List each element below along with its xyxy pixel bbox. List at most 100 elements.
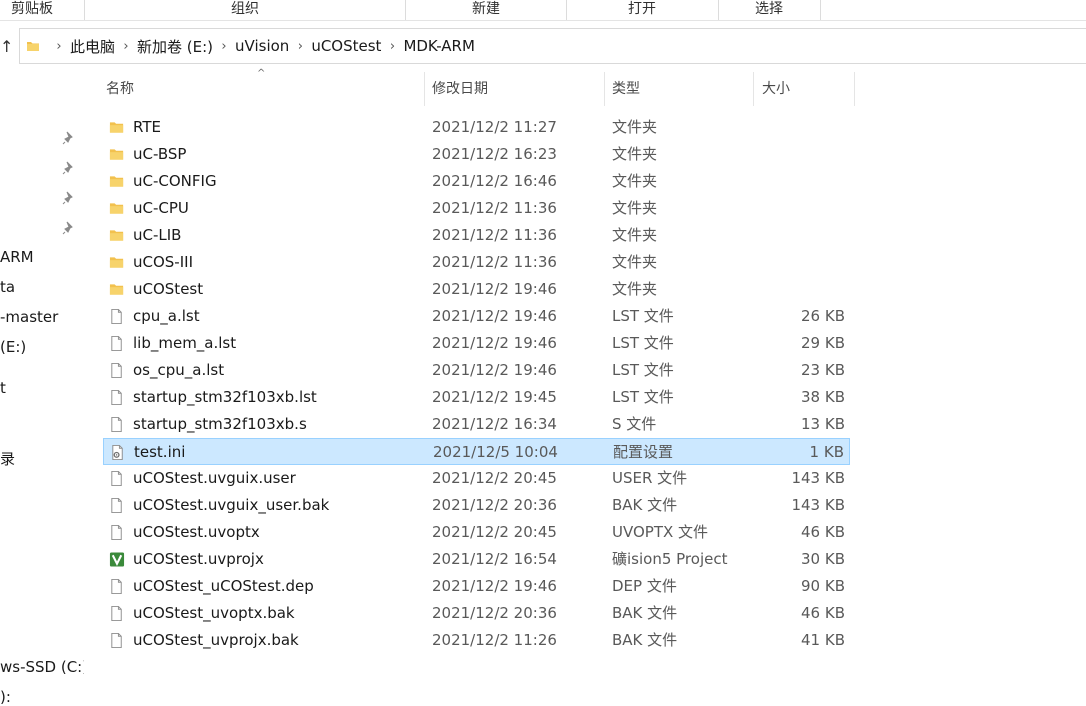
file-row[interactable]: startup_stm32f103xb.s 2021/12/2 16:34 S 文件… [103,411,850,438]
file-row[interactable]: uC-CONFIG 2021/12/2 16:46 文件夹 [103,168,850,195]
nav-item[interactable]: -master [0,308,58,326]
file-icon [111,308,122,325]
column-divider[interactable] [604,72,605,106]
address-bar[interactable]: › 此电脑 › 新加卷 (E:) › uVision › uCOStest › … [19,28,1086,64]
breadcrumb-ucostest[interactable]: uCOStest [311,37,381,55]
ribbon: 剪贴板 组织 新建 打开 选择 [0,0,1086,21]
ribbon-group-select[interactable]: 选择 [719,0,819,20]
file-row[interactable]: lib_mem_a.lst 2021/12/2 19:46 LST 文件 29 KB [103,330,850,357]
file-type: 文件夹 [612,172,658,190]
file-row[interactable]: cpu_a.lst 2021/12/2 19:46 LST 文件 26 KB [103,303,850,330]
file-row[interactable]: uCOStest_uvoptx.bak 2021/12/2 20:36 BAK 文件… [103,600,850,627]
nav-item[interactable]: ws-SSD (C:) [0,658,84,676]
ribbon-group-new[interactable]: 新建 [406,0,566,20]
file-size: 143 KB [791,469,845,487]
settings-file-icon [112,444,123,461]
file-date: 2021/12/2 20:36 [432,604,557,622]
pin-icon[interactable] [62,161,76,175]
breadcrumb-drive-e[interactable]: 新加卷 (E:) [137,36,213,57]
file-type: LST 文件 [612,361,674,379]
file-row[interactable]: RTE 2021/12/2 11:27 文件夹 [103,114,850,141]
file-row[interactable]: uCOStest.uvprojx 2021/12/2 16:54 礦ision5 P… [103,546,850,573]
ribbon-group-clipboard[interactable]: 剪贴板 [0,0,70,20]
ribbon-group-open[interactable]: 打开 [567,0,717,20]
file-row[interactable]: uC-BSP 2021/12/2 16:23 文件夹 [103,141,850,168]
file-name: uC-BSP [133,145,187,163]
pin-icon[interactable] [62,131,76,145]
file-icon [111,335,122,352]
chevron-right-icon[interactable]: › [115,39,137,54]
nav-item[interactable]: ): [0,688,11,706]
file-date: 2021/12/2 11:36 [432,226,557,244]
nav-item[interactable]: 录 [0,448,15,469]
file-date: 2021/12/2 19:46 [432,280,557,298]
file-icon [111,524,122,541]
folder-icon [109,203,124,214]
column-header-size[interactable]: 大小 [762,72,854,106]
file-row[interactable]: uCOStest_uvprojx.bak 2021/12/2 11:26 BAK 文… [103,627,850,654]
file-date: 2021/12/2 19:45 [432,388,557,406]
file-row[interactable]: uCOStest_uCOStest.dep 2021/12/2 19:46 DEP … [103,573,850,600]
file-size: 23 KB [801,361,845,379]
file-row[interactable]: uCOStest.uvoptx 2021/12/2 20:45 UVOPTX 文件 4… [103,519,850,546]
file-icon [111,389,122,406]
file-size: 26 KB [801,307,845,325]
column-divider[interactable] [424,72,425,106]
column-header-date[interactable]: 修改日期 [432,72,604,106]
ribbon-group-organize[interactable]: 组织 [85,0,405,20]
file-type: 文件夹 [612,226,658,244]
column-header-name[interactable]: 名称 [106,72,424,106]
file-type: 文件夹 [612,280,658,298]
folder-icon [109,149,124,160]
file-size: 30 KB [801,550,845,568]
file-date: 2021/12/2 20:36 [432,496,557,514]
chevron-right-icon[interactable]: › [48,39,70,54]
ribbon-separator [820,0,821,20]
breadcrumb-uvision[interactable]: uVision [235,37,289,55]
pin-icon[interactable] [62,221,76,235]
file-row[interactable]: test.ini 2021/12/5 10:04 配置设置 1 KB [103,438,850,465]
file-row[interactable]: startup_stm32f103xb.lst 2021/12/2 19:45 LS… [103,384,850,411]
file-size: 38 KB [801,388,845,406]
file-name: lib_mem_a.lst [133,334,237,352]
file-row[interactable]: uCOStest.uvguix.user 2021/12/2 20:45 USER … [103,465,850,492]
nav-item[interactable]: t [0,379,6,397]
nav-item[interactable]: (E:) [0,338,26,356]
breadcrumb-this-pc[interactable]: 此电脑 [70,36,115,57]
file-icon [111,497,122,514]
file-row[interactable]: uC-LIB 2021/12/2 11:36 文件夹 [103,222,850,249]
nav-item[interactable]: ARM [0,248,34,266]
file-name: test.ini [134,443,186,461]
chevron-right-icon[interactable]: › [213,39,235,54]
breadcrumb: › 此电脑 › 新加卷 (E:) › uVision › uCOStest › … [48,29,475,63]
file-type: 文件夹 [612,199,658,217]
file-date: 2021/12/2 19:46 [432,577,557,595]
file-name: cpu_a.lst [133,307,200,325]
file-row[interactable]: uCOStest.uvguix_user.bak 2021/12/2 20:36 B… [103,492,850,519]
column-divider[interactable] [854,72,855,106]
nav-item[interactable]: ta [0,278,15,296]
file-name: uCOStest.uvguix.user [133,469,296,487]
file-row[interactable]: os_cpu_a.lst 2021/12/2 19:46 LST 文件 23 KB [103,357,850,384]
file-date: 2021/12/2 19:46 [432,361,557,379]
file-name: startup_stm32f103xb.s [133,415,307,433]
file-date: 2021/12/2 19:46 [432,334,557,352]
file-row[interactable]: uC-CPU 2021/12/2 11:36 文件夹 [103,195,850,222]
breadcrumb-mdk-arm[interactable]: MDK-ARM [403,37,474,55]
chevron-right-icon[interactable]: › [381,39,403,54]
navigation-pane: ARM ta -master (E:) t 录 ws-SSD (C:) ): [0,66,84,706]
file-size: 90 KB [801,577,845,595]
chevron-right-icon[interactable]: › [289,39,311,54]
file-type: LST 文件 [612,307,674,325]
file-type: USER 文件 [612,469,688,487]
up-arrow-icon[interactable]: ↑ [0,37,13,57]
file-date: 2021/12/2 11:26 [432,631,557,649]
column-header-type[interactable]: 类型 [612,72,752,106]
file-name: RTE [133,118,161,136]
file-row[interactable]: uCOStest 2021/12/2 19:46 文件夹 [103,276,850,303]
pin-icon[interactable] [62,191,76,205]
file-size: 46 KB [801,604,845,622]
file-row[interactable]: uCOS-III 2021/12/2 11:36 文件夹 [103,249,850,276]
file-type: 文件夹 [612,145,658,163]
column-divider[interactable] [753,72,754,106]
